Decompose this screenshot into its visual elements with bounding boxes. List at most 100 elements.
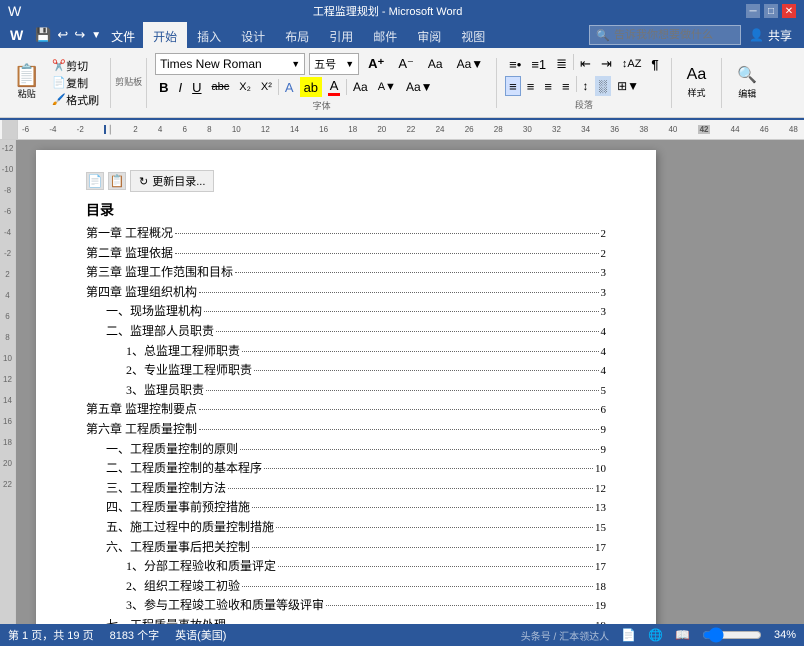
print-layout-button[interactable]: 📄 <box>621 628 636 642</box>
toc-doc-icon: 📄 <box>88 174 103 188</box>
change-case-button[interactable]: Aa▼ <box>452 53 489 75</box>
copy-button[interactable]: 📄 复制 <box>47 75 104 91</box>
zoom-slider[interactable] <box>702 629 762 641</box>
close-button[interactable]: ✕ <box>782 4 796 18</box>
font-name-selector[interactable]: Times New Roman ▼ <box>155 53 305 75</box>
superscript-button[interactable]: X² <box>257 77 276 97</box>
tab-mailings[interactable]: 邮件 <box>363 22 407 49</box>
toc-entry: 第二章 监理依据 2 <box>86 244 606 264</box>
tab-bar: 文件 开始 插入 设计 布局 引用 邮件 审阅 视图 <box>103 22 589 49</box>
toc-entry: 三、工程质量控制方法 12 <box>86 479 606 499</box>
paragraph-group: ≡• ≡1 ≣ ⇤ ⇥ ↕AZ ¶ ≡ ≡ ≡ ≡ ↕ ░ <box>501 52 666 113</box>
toc-dots <box>175 233 598 234</box>
update-icon: ↻ <box>139 175 148 188</box>
paste-button[interactable]: 📋 粘贴 <box>8 62 45 103</box>
page-info: 第 1 页，共 19 页 <box>8 627 94 643</box>
edit-button[interactable]: 🔍 编辑 <box>730 58 764 108</box>
numbering-button[interactable]: ≡1 <box>527 54 550 74</box>
font-color2-button[interactable]: Aa <box>349 77 372 97</box>
increase-indent-button[interactable]: ⇥ <box>597 54 616 74</box>
text-highlight-button[interactable]: ab <box>300 77 322 97</box>
sort-button[interactable]: ↕AZ <box>618 54 646 74</box>
toc-entry-text: 第一章 工程概况 <box>86 224 173 243</box>
toc-dots <box>326 605 593 606</box>
show-hide-button[interactable]: ¶ <box>647 54 662 74</box>
toc-entries: 第一章 工程概况 2第二章 监理依据 2第三章 监理工作范围和目标 3第四章 监… <box>86 224 606 624</box>
font-grow-button[interactable]: A⁺ <box>363 53 389 75</box>
web-layout-button[interactable]: 🌐 <box>648 628 663 642</box>
minimize-button[interactable]: ─ <box>746 4 760 18</box>
line-spacing-button[interactable]: ↕ <box>579 76 593 96</box>
search-input[interactable] <box>614 29 734 41</box>
font-size-selector[interactable]: 五号 ▼ <box>309 53 359 75</box>
multilevel-button[interactable]: ≣ <box>552 54 571 74</box>
undo-button[interactable]: ↩ <box>55 27 70 43</box>
save-qa-button[interactable]: 💾 <box>33 27 53 43</box>
tab-layout[interactable]: 布局 <box>275 22 319 49</box>
strikethrough-button[interactable]: abc <box>208 77 234 97</box>
font-shrink-button[interactable]: A⁻ <box>393 53 419 75</box>
toc-page: 3 <box>601 304 607 322</box>
tab-review[interactable]: 审阅 <box>407 22 451 49</box>
toc-page: 5 <box>601 383 607 401</box>
maximize-button[interactable]: □ <box>764 4 778 18</box>
underline-button[interactable]: U <box>188 77 205 97</box>
tab-design[interactable]: 设计 <box>231 22 275 49</box>
text-effect-button[interactable]: A <box>281 77 298 97</box>
search-bar[interactable]: 🔍 <box>589 25 741 45</box>
update-toc-button[interactable]: ↻ 更新目录... <box>130 170 214 192</box>
justify-button[interactable]: ≡ <box>558 76 574 96</box>
shading-button[interactable]: ░ <box>595 76 612 96</box>
aa-button[interactable]: Aa▼ <box>402 77 437 97</box>
align-left-button[interactable]: ≡ <box>505 76 521 96</box>
bullets-button[interactable]: ≡• <box>505 54 525 74</box>
zoom-level: 34% <box>774 629 796 641</box>
cut-button[interactable]: ✂️ 剪切 <box>47 58 104 74</box>
separator6 <box>721 58 722 108</box>
tab-home[interactable]: 开始 <box>143 22 187 49</box>
toc-dots <box>252 507 593 508</box>
toc-entry: 二、监理部人员职责 4 <box>86 322 606 342</box>
para-label: 段落 <box>505 98 662 111</box>
customize-qa-button[interactable]: ▼ <box>89 27 103 43</box>
toc-dots <box>204 311 598 312</box>
align-center-button[interactable]: ≡ <box>523 76 539 96</box>
clear-format-button[interactable]: Aa <box>423 53 448 75</box>
font-color-button[interactable]: A <box>324 77 344 97</box>
styles-group: Aа 样式 <box>676 56 718 110</box>
subscript-button[interactable]: X₂ <box>235 77 255 97</box>
toc-entry: 六、工程质量事后把关控制 17 <box>86 538 606 558</box>
toc-page: 13 <box>595 500 606 518</box>
share-button[interactable]: 👤 共享 <box>741 25 800 46</box>
toc-entry: 一、工程质量控制的原则 9 <box>86 440 606 460</box>
toc-dots <box>175 253 598 254</box>
toc-page: 19 <box>595 598 606 616</box>
tab-file[interactable]: 文件 <box>103 22 143 49</box>
toc-entry-text: 第五章 监理控制要点 <box>86 400 197 419</box>
border-button[interactable]: ⊞▼ <box>613 76 643 96</box>
tab-insert[interactable]: 插入 <box>187 22 231 49</box>
read-mode-button[interactable]: 📖 <box>675 628 690 642</box>
toc-icon-button1[interactable]: 📄 <box>86 172 104 190</box>
word-icon: W <box>8 3 21 19</box>
decrease-indent-button[interactable]: ⇤ <box>576 54 595 74</box>
toc-icon-button2[interactable]: 📋 <box>108 172 126 190</box>
tab-references[interactable]: 引用 <box>319 22 363 49</box>
toc-entry: 四、工程质量事前预控措施 13 <box>86 498 606 518</box>
tab-view[interactable]: 视图 <box>451 22 495 49</box>
redo-button[interactable]: ↪ <box>72 27 87 43</box>
align-right-button[interactable]: ≡ <box>540 76 556 96</box>
separator4 <box>496 58 497 108</box>
styles-button[interactable]: Aа 样式 <box>680 58 714 108</box>
toc-entry: 一、现场监理机构 3 <box>86 302 606 322</box>
font-size-input[interactable]: A▼ <box>374 77 400 97</box>
toc-entry: 第四章 监理组织机构 3 <box>86 283 606 303</box>
word-count: 8183 个字 <box>110 627 160 643</box>
toc-entry-text: 2、组织工程竣工初验 <box>126 577 240 596</box>
toc-entry-text: 一、工程质量控制的原则 <box>106 440 238 459</box>
bold-button[interactable]: B <box>155 77 172 97</box>
toc-page: 19 <box>595 618 606 624</box>
font-group: Times New Roman ▼ 五号 ▼ A⁺ A⁻ Aa Aa▼ B I … <box>151 51 492 114</box>
format-painter-button[interactable]: 🖌️ 格式刷 <box>47 92 104 108</box>
italic-button[interactable]: I <box>175 77 187 97</box>
